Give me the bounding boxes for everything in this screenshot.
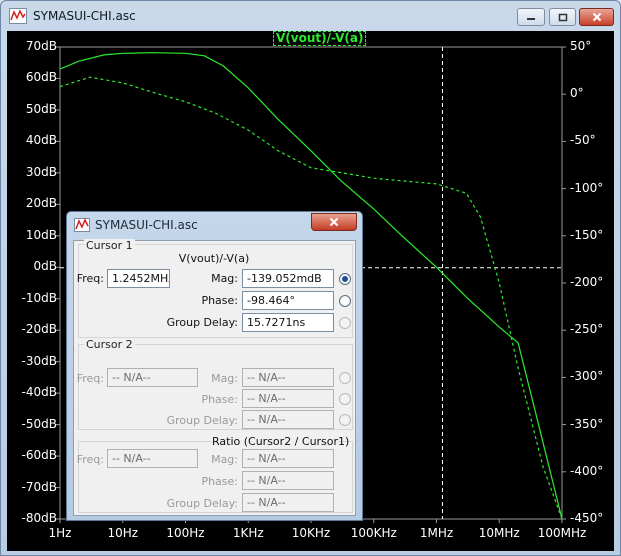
- x-tick-label: 100Hz: [166, 526, 205, 540]
- ratio-group-title: Ratio (Cursor2 / Cursor1): [212, 435, 350, 448]
- ratio-freq-label: Freq:: [76, 453, 104, 466]
- cursor2-mag-radio[interactable]: [339, 372, 351, 384]
- y-right-tick-label: -350°: [570, 416, 604, 431]
- cursor2-group-delay-radio[interactable]: [339, 414, 351, 426]
- ratio-mag-field[interactable]: -- N/A--: [242, 449, 334, 468]
- cursor1-mag-field[interactable]: -139.052mdB: [242, 269, 334, 288]
- waveform-icon: [9, 8, 27, 24]
- dialog-close-button[interactable]: [311, 213, 357, 231]
- close-button[interactable]: [579, 8, 614, 26]
- x-tick-label: 10KHz: [291, 526, 331, 540]
- y-left-tick-label: 0dB: [33, 259, 57, 274]
- y-left-tick-label: 10dB: [25, 227, 57, 242]
- cursor1-mag-radio[interactable]: [339, 273, 351, 285]
- cursor2-group-title: Cursor 2: [84, 338, 135, 351]
- y-left-tick-label: -40dB: [21, 385, 57, 400]
- y-left-tick-label: -80dB: [21, 511, 57, 525]
- maximize-icon: [558, 13, 567, 21]
- y-left-tick-label: 60dB: [25, 70, 57, 85]
- ratio-group-delay-label: Group Delay:: [166, 497, 238, 510]
- cursor1-group-title: Cursor 1: [84, 239, 135, 252]
- y-right-tick-label: -400°: [570, 463, 604, 478]
- y-right-tick-label: -200°: [570, 275, 604, 289]
- app-window: SYMASUI-CHI.asc V(vout)/-V(a) 70dB 60dB 50…: [0, 0, 621, 556]
- ratio-group-delay-field[interactable]: -- N/A--: [242, 493, 334, 512]
- y-left-tick-label: 70dB: [25, 39, 57, 53]
- cursor1-freq-field[interactable]: 1.2452MHz: [107, 269, 170, 288]
- cursor2-phase-field[interactable]: -- N/A--: [242, 389, 334, 408]
- close-icon: [329, 217, 339, 227]
- cursor2-freq-label: Freq:: [76, 372, 104, 385]
- cursor2-group-delay-field[interactable]: -- N/A--: [242, 410, 334, 429]
- y-left-tick-label: 20dB: [25, 196, 57, 211]
- ratio-phase-label: Phase:: [201, 475, 238, 488]
- dialog-title-bar[interactable]: SYMASUI-CHI.asc: [67, 212, 362, 238]
- x-tick-label: 1MHz: [419, 526, 454, 540]
- y-right-tick-label: -50°: [570, 133, 596, 148]
- y-left-tick-label: -20dB: [21, 322, 57, 337]
- cursor2-mag-field[interactable]: -- N/A--: [242, 368, 334, 387]
- cursor-dialog[interactable]: SYMASUI-CHI.asc Cursor 1 V(vout)/-V(a) F…: [66, 211, 363, 521]
- x-tick-label: 100MHz: [537, 526, 587, 540]
- x-tick-label: 10MHz: [478, 526, 520, 540]
- cursor1-mag-label: Mag:: [211, 272, 238, 285]
- maximize-button[interactable]: [549, 8, 576, 26]
- ratio-mag-label: Mag:: [211, 453, 238, 466]
- cursor1-phase-field[interactable]: -98.464°: [242, 291, 334, 310]
- title-bar[interactable]: SYMASUI-CHI.asc: [1, 1, 620, 31]
- dialog-body: Cursor 1 V(vout)/-V(a) Freq: 1.2452MHz M…: [73, 239, 356, 516]
- y-left-tick-label: -60dB: [21, 448, 57, 463]
- y-left-tick-label: -70dB: [21, 479, 57, 494]
- y-right-tick-label: -100°: [570, 180, 604, 195]
- cursor2-phase-label: Phase:: [201, 393, 238, 406]
- waveform-icon: [74, 218, 90, 232]
- y-right-tick-label: -450°: [570, 511, 604, 525]
- cursor1-group-delay-field[interactable]: 15.7271ns: [242, 313, 334, 332]
- x-tick-label: 1Hz: [48, 526, 72, 540]
- cursor2-group-delay-label: Group Delay:: [166, 414, 238, 427]
- cursor1-phase-radio[interactable]: [339, 295, 351, 307]
- trace-label[interactable]: V(vout)/-V(a): [273, 31, 367, 46]
- x-tick-label: 100KHz: [350, 526, 397, 540]
- cursor1-phase-label: Phase:: [201, 294, 238, 307]
- y-left-tick-label: -30dB: [21, 353, 57, 368]
- x-tick-label: 1KHz: [232, 526, 264, 540]
- y-right-tick-label: 0°: [570, 86, 584, 101]
- y-right-tick-label: -150°: [570, 227, 604, 242]
- cursor2-mag-label: Mag:: [211, 372, 238, 385]
- y-left-tick-label: 50dB: [25, 101, 57, 116]
- x-tick-label: 10Hz: [107, 526, 139, 540]
- cursor1-trace-name: V(vout)/-V(a): [178, 252, 250, 265]
- y-right-tick-label: -250°: [570, 322, 604, 337]
- dialog-title: SYMASUI-CHI.asc: [95, 218, 198, 232]
- cursor1-group-delay-label: Group Delay:: [166, 316, 238, 329]
- minimize-button[interactable]: [517, 8, 545, 26]
- cursor2-phase-radio[interactable]: [339, 393, 351, 405]
- ratio-phase-field[interactable]: -- N/A--: [242, 471, 334, 490]
- y-right-tick-label: 50°: [570, 39, 592, 53]
- minimize-icon: [527, 18, 535, 20]
- y-right-tick-label: -300°: [570, 369, 604, 384]
- cursor1-group-delay-radio[interactable]: [339, 317, 351, 329]
- y-left-tick-label: -10dB: [21, 290, 57, 305]
- window-title: SYMASUI-CHI.asc: [33, 9, 136, 23]
- y-left-tick-label: 40dB: [25, 133, 57, 148]
- y-left-tick-label: -50dB: [21, 416, 57, 431]
- close-icon: [592, 12, 601, 22]
- y-left-tick-label: 30dB: [25, 164, 57, 179]
- cursor1-freq-label: Freq:: [76, 272, 104, 285]
